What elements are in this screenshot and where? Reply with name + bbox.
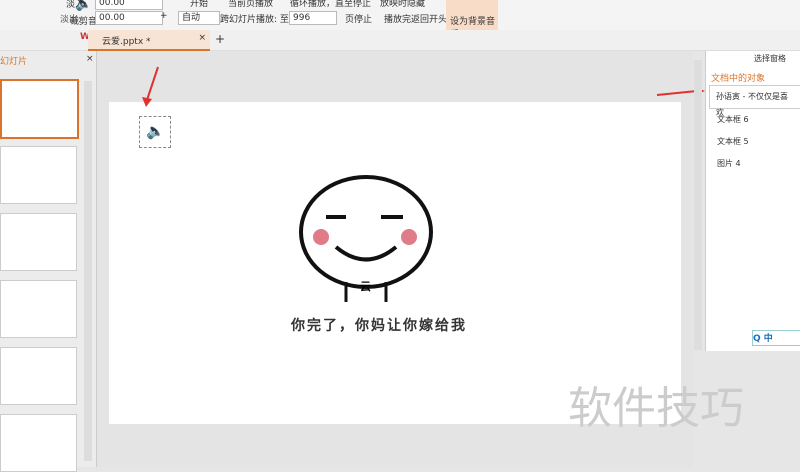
watermark: 软件技巧 (568, 383, 744, 434)
object-item[interactable]: 图片 4 (709, 153, 800, 175)
cross-slide-play-radio[interactable]: 跨幻灯片播放: 至 (220, 12, 289, 25)
selection-pane: 选择窗格 文档中的对象 孙语寅 - 不仅仅是喜欢 文本框 6 文本框 5 图片 … (705, 51, 800, 351)
slides-pane-close[interactable]: × (86, 54, 94, 64)
slides-pane: 幻灯片 × (0, 51, 97, 472)
fade-out-plus[interactable]: + (160, 11, 168, 21)
tab-label: 云爱.pptx * (102, 37, 151, 47)
meme-face-image: 云 (299, 175, 433, 302)
object-item[interactable]: 文本框 5 (709, 131, 800, 153)
slide-thumbnail[interactable] (0, 213, 77, 271)
canvas-scrollbar[interactable] (694, 60, 702, 350)
fade-in-input[interactable]: 00.00 (95, 0, 163, 10)
selection-pane-title: 选择窗格 (754, 54, 786, 63)
fade-in-label: 淡入: (66, 0, 88, 10)
slide-thumbnail[interactable] (0, 347, 77, 405)
page-stop-label: 页停止 (345, 15, 373, 25)
slide-thumbnail[interactable] (0, 280, 77, 338)
ime-label: 中 (763, 334, 773, 344)
slide-thumbnail[interactable] (0, 414, 77, 472)
start-select[interactable]: 自动 (178, 11, 220, 25)
tab-document[interactable]: 云爱.pptx * × (88, 30, 210, 51)
slide-caption: 你完了，你妈让你嫁给我 (291, 318, 467, 334)
loop-checkbox[interactable]: 循环播放，直至停止 (290, 0, 371, 9)
rewind-checkbox[interactable]: 播放完返回开头 (384, 12, 447, 25)
red-arrow-icon (142, 66, 159, 107)
new-tab-button[interactable]: + (215, 32, 225, 46)
tab-close-icon[interactable]: × (198, 33, 206, 43)
page-input[interactable]: 996 (289, 11, 337, 25)
face-text: 云 (360, 280, 371, 293)
slide-thumbnail[interactable] (0, 79, 79, 139)
ime-toolbar[interactable]: Q 中 (752, 330, 800, 346)
objects-section-title: 文档中的对象 (711, 74, 766, 84)
object-item[interactable]: 文本框 6 (709, 109, 800, 131)
speaker-icon: 🔈 (146, 122, 165, 140)
fade-out-label: 淡出: (60, 15, 82, 25)
object-item[interactable]: 孙语寅 - 不仅仅是喜欢 (709, 85, 800, 117)
current-page-play-radio[interactable]: 当前页播放 (228, 0, 273, 9)
slide-thumbnail[interactable] (0, 146, 77, 204)
hide-checkbox[interactable]: 放映时隐藏 (380, 0, 425, 9)
slides-scrollbar[interactable] (84, 81, 92, 461)
slides-pane-title: 幻灯片 (0, 57, 28, 67)
start-label: 开始 (190, 0, 209, 9)
fade-out-input[interactable]: 00.00 (95, 11, 163, 25)
tab-bar: W 云爱.pptx * × + (0, 30, 800, 51)
ribbon: 裁剪音频 🔈 淡入: 00.00 淡出: 00.00 + 开始 自动 当前页播放… (0, 0, 800, 40)
audio-object[interactable]: 🔈 (139, 116, 171, 148)
set-bg-music-button[interactable]: 设为背景音乐 (446, 0, 498, 40)
